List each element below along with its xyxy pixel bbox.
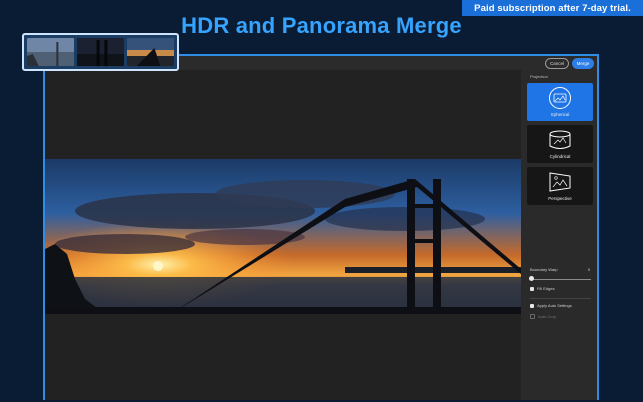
apply-auto-label: Apply Auto Settings bbox=[537, 303, 572, 308]
merge-button[interactable]: Merge bbox=[572, 58, 594, 69]
projection-label: Spherical bbox=[550, 112, 570, 117]
perspective-icon bbox=[549, 172, 571, 192]
boundary-warp-slider-thumb[interactable] bbox=[529, 276, 534, 281]
preview-canvas bbox=[45, 70, 521, 400]
projection-panel: Projection Spherical Cylindrical Perspec… bbox=[521, 70, 597, 400]
auto-crop-row[interactable]: Auto Crop bbox=[530, 314, 556, 319]
projection-label: Cylindrical bbox=[549, 154, 571, 159]
fill-edges-checkbox[interactable] bbox=[530, 286, 534, 291]
projection-cylindrical[interactable]: Cylindrical bbox=[527, 125, 593, 163]
projection-label: Perspective bbox=[548, 196, 572, 201]
bridge-thumbnail-image bbox=[77, 38, 124, 66]
boundary-warp-row: Boundary Warp 0 bbox=[530, 267, 590, 272]
boundary-warp-value: 0 bbox=[587, 267, 590, 272]
auto-crop-checkbox[interactable] bbox=[530, 314, 535, 319]
panorama-preview-image bbox=[45, 159, 521, 314]
fill-edges-row[interactable]: Fill Edges bbox=[530, 286, 555, 291]
bridge-thumbnail-image bbox=[27, 38, 74, 66]
cylinder-icon bbox=[549, 130, 571, 149]
projection-perspective[interactable]: Perspective bbox=[527, 167, 593, 205]
apply-auto-row[interactable]: Apply Auto Settings bbox=[530, 303, 572, 308]
source-thumbnails bbox=[22, 33, 179, 71]
source-thumbnail[interactable] bbox=[27, 38, 74, 66]
bridge-thumbnail-image bbox=[127, 38, 174, 66]
source-thumbnail[interactable] bbox=[77, 38, 124, 66]
auto-crop-label: Auto Crop bbox=[538, 314, 557, 319]
cancel-button[interactable]: Cancel bbox=[545, 58, 569, 69]
source-thumbnail[interactable] bbox=[127, 38, 174, 66]
projection-spherical[interactable]: Spherical bbox=[527, 83, 593, 121]
fill-edges-label: Fill Edges bbox=[537, 286, 555, 291]
projection-section-label: Projection bbox=[530, 74, 548, 79]
boundary-warp-slider-track[interactable] bbox=[531, 279, 591, 280]
panel-divider bbox=[530, 298, 591, 299]
boundary-warp-label: Boundary Warp bbox=[530, 267, 558, 272]
bridge-sunset-image bbox=[45, 159, 521, 314]
sphere-icon bbox=[549, 87, 571, 109]
merge-dialog: Cancel Merge Projection Spherical Cylind… bbox=[43, 54, 599, 400]
apply-auto-checkbox[interactable] bbox=[530, 303, 534, 308]
